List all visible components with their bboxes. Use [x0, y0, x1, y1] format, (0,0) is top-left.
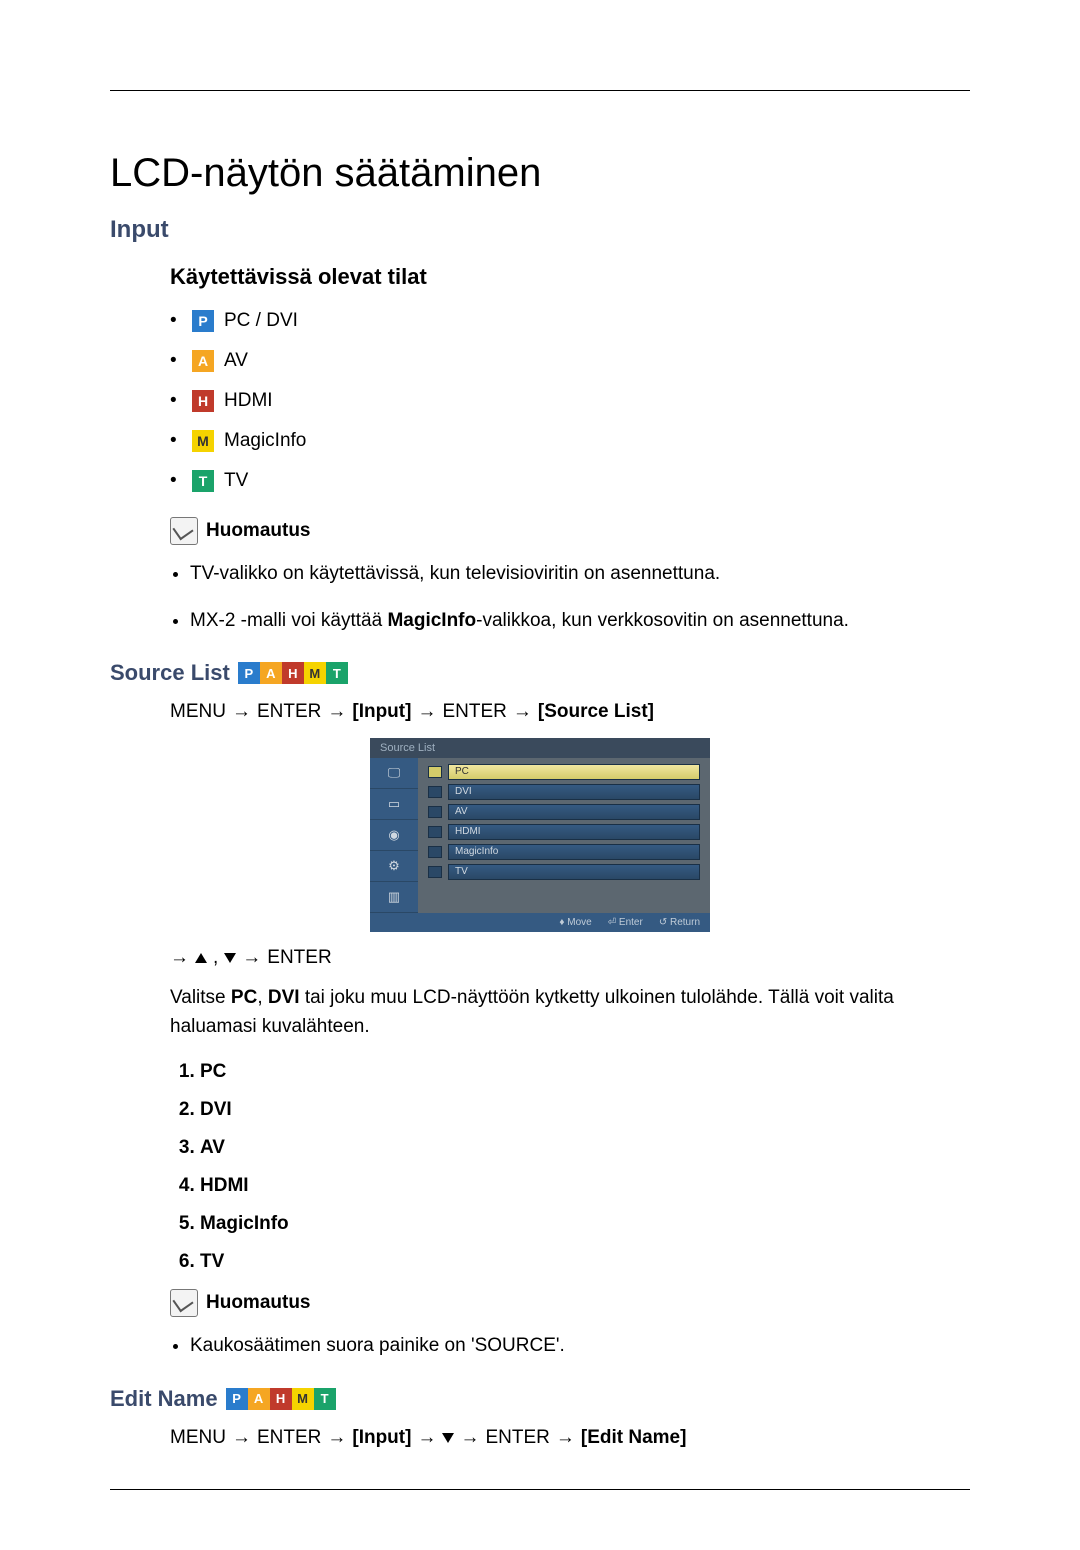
p-icon: P [192, 310, 214, 332]
nav-enter: ENTER [257, 1427, 321, 1449]
h-icon: H [282, 662, 304, 684]
mode-magicinfo: • M MagicInfo [170, 430, 970, 452]
osd-row: TV [428, 864, 700, 880]
modes-list: • P PC / DVI • A AV • H HDMI • M MagicIn… [110, 310, 970, 492]
arrow-up-icon [195, 953, 207, 963]
badge-strip: P A H M T [226, 1388, 336, 1410]
nav-enter: ENTER [485, 1427, 549, 1449]
a-icon: A [192, 350, 214, 372]
m-icon: M [192, 430, 214, 452]
osd-body: 🖵 ▭ ◉ ⚙ ▥ PC DVI AV HDMI MagicInfo TV [370, 758, 710, 913]
bullet-icon: • [170, 350, 182, 372]
m-icon: M [292, 1388, 314, 1410]
osd-row: DVI [428, 784, 700, 800]
nav-menu: MENU [170, 701, 226, 723]
osd-sidebar-icon: ⚙ [370, 851, 418, 882]
osd-row: MagicInfo [428, 844, 700, 860]
a-icon: A [248, 1388, 270, 1410]
osd-sidebar-icon: ▭ [370, 789, 418, 820]
mode-pc-dvi: • P PC / DVI [170, 310, 970, 332]
h-icon: H [270, 1388, 292, 1410]
source-enum-list: PC DVI AV HDMI MagicInfo TV [110, 1061, 970, 1273]
note-heading-1: Huomautus [110, 517, 970, 545]
bottom-rule [110, 1489, 970, 1490]
enum-item: MagicInfo [200, 1213, 970, 1235]
arrow-down-icon [442, 1433, 454, 1443]
osd-menu: Source List 🖵 ▭ ◉ ⚙ ▥ PC DVI AV HDMI Mag… [370, 738, 710, 932]
mode-label: HDMI [224, 390, 273, 412]
note-icon [170, 517, 198, 545]
input-heading: Input [110, 216, 970, 244]
nav-enter: ENTER [257, 701, 321, 723]
mode-label: TV [224, 470, 248, 492]
osd-sidebar-icon: 🖵 [370, 758, 418, 789]
nav-input: Input [359, 701, 405, 722]
arrow-down-icon [224, 953, 236, 963]
mode-label: MagicInfo [224, 430, 306, 452]
osd-title: Source List [370, 738, 710, 758]
t-icon: T [314, 1388, 336, 1410]
nav-path-arrows: → , → ENTER [110, 947, 970, 969]
t-icon: T [326, 662, 348, 684]
osd-row: HDMI [428, 824, 700, 840]
nav-path-3: MENU → ENTER → [Input] → → ENTER → [Edit… [110, 1427, 970, 1449]
enum-item: PC [200, 1061, 970, 1083]
modes-heading: Käytettävissä olevat tilat [110, 264, 970, 290]
osd-sidebar-icon: ▥ [370, 882, 418, 913]
osd-sidebar: 🖵 ▭ ◉ ⚙ ▥ [370, 758, 418, 913]
a-icon: A [260, 662, 282, 684]
note-icon [170, 1289, 198, 1317]
mode-label: AV [224, 350, 248, 372]
note-item: MX-2 -malli voi käyttää MagicInfo-valikk… [190, 607, 970, 636]
edit-name-label: Edit Name [110, 1386, 218, 1412]
badge-strip: P A H M T [238, 662, 348, 684]
nav-source-list: Source List [544, 701, 647, 722]
page-title: LCD-näytön säätäminen [110, 151, 970, 196]
osd-main: PC DVI AV HDMI MagicInfo TV [418, 758, 710, 913]
bullet-icon: • [170, 470, 182, 492]
bullet-icon: • [170, 310, 182, 332]
source-list-label: Source List [110, 660, 230, 686]
source-description: Valitse PC, DVI tai joku muu LCD-näyttöö… [110, 984, 970, 1041]
note-item: Kaukosäätimen suora painike on 'SOURCE'. [190, 1332, 970, 1361]
note-item: TV-valikko on käytettävissä, kun televis… [190, 560, 970, 589]
edit-name-heading: Edit Name P A H M T [110, 1386, 970, 1412]
osd-sidebar-icon: ◉ [370, 820, 418, 851]
h-icon: H [192, 390, 214, 412]
p-icon: P [238, 662, 260, 684]
bullet-icon: • [170, 430, 182, 452]
nav-menu: MENU [170, 1427, 226, 1449]
mode-label: PC / DVI [224, 310, 298, 332]
nav-edit-name: Edit Name [587, 1427, 680, 1448]
note-list-1: TV-valikko on käytettävissä, kun televis… [110, 560, 970, 635]
osd-row: PC [428, 764, 700, 780]
page: LCD-näytön säätäminen Input Käytettäviss… [0, 0, 1080, 1550]
mode-av: • A AV [170, 350, 970, 372]
nav-path-1: MENU → ENTER → [Input] → ENTER → [Source… [110, 701, 970, 723]
note-label: Huomautus [206, 1292, 311, 1314]
osd-row: AV [428, 804, 700, 820]
m-icon: M [304, 662, 326, 684]
nav-input: Input [359, 1427, 405, 1448]
nav-enter: ENTER [442, 701, 506, 723]
source-list-heading: Source List P A H M T [110, 660, 970, 686]
nav-enter: ENTER [267, 947, 331, 969]
note-label: Huomautus [206, 520, 311, 542]
mode-tv: • T TV [170, 470, 970, 492]
enum-item: DVI [200, 1099, 970, 1121]
enum-item: TV [200, 1251, 970, 1273]
enum-item: AV [200, 1137, 970, 1159]
osd-footer: ♦ Move ⏎ Enter ↺ Return [370, 913, 710, 932]
note-list-2: Kaukosäätimen suora painike on 'SOURCE'. [110, 1332, 970, 1361]
mode-hdmi: • H HDMI [170, 390, 970, 412]
t-icon: T [192, 470, 214, 492]
p-icon: P [226, 1388, 248, 1410]
bullet-icon: • [170, 390, 182, 412]
note-heading-2: Huomautus [110, 1289, 970, 1317]
top-rule [110, 90, 970, 91]
enum-item: HDMI [200, 1175, 970, 1197]
